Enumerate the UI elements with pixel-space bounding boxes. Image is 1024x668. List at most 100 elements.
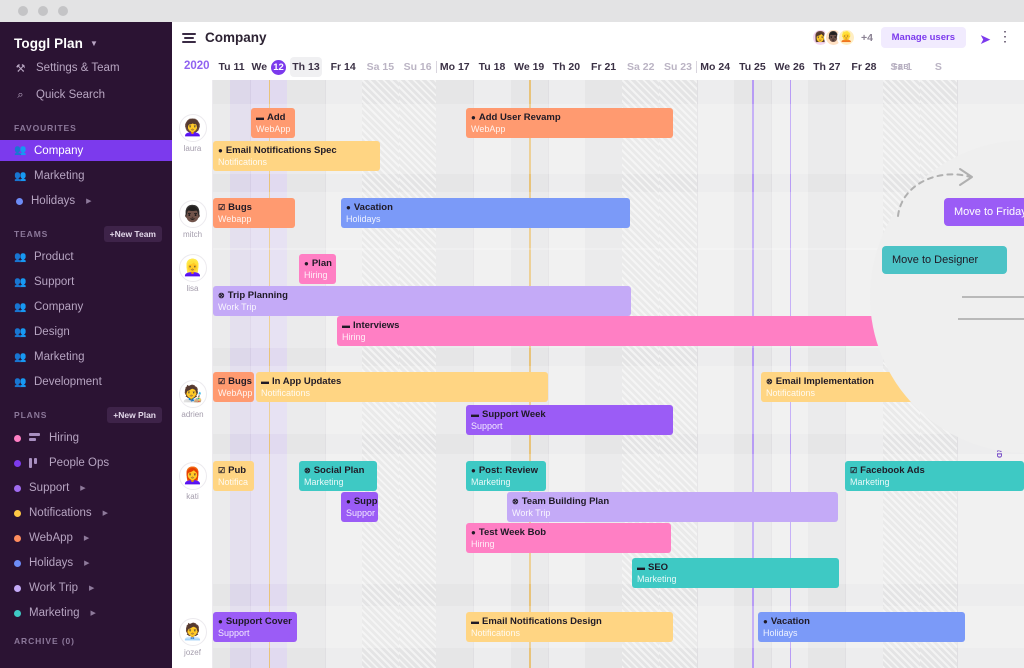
- chevron-right-icon[interactable]: ▶: [86, 197, 91, 205]
- team-icon: 👥: [14, 302, 26, 313]
- chevron-down-icon[interactable]: ▼: [90, 39, 98, 48]
- timeline-task[interactable]: ●VacationHolidays: [758, 612, 965, 642]
- person-adrien[interactable]: 🧑‍🎨adrien: [172, 380, 213, 419]
- date-column-header[interactable]: Th 27: [808, 54, 845, 80]
- date-column-header[interactable]: Fr 21: [585, 54, 622, 80]
- share-icon[interactable]: ➤: [979, 31, 991, 48]
- date-column-header[interactable]: We 26☀: [771, 54, 808, 80]
- sidebar-item-company[interactable]: 👥Company: [0, 140, 172, 161]
- person-kati[interactable]: 👩‍🦰kati: [172, 462, 213, 501]
- date-column-header[interactable]: Sa 22: [622, 54, 659, 80]
- timeline-task[interactable]: ▬Email Notifications DesignNotifications: [466, 612, 673, 642]
- timeline-task[interactable]: ▬Support WeekSupport: [466, 405, 673, 435]
- manage-users-button[interactable]: Manage users: [881, 27, 966, 48]
- sidebar-link-quick-search[interactable]: ⌕Quick Search: [0, 85, 172, 105]
- sidebar-plan-holidays[interactable]: Holidays▶: [0, 553, 172, 573]
- page-title: Company: [205, 30, 267, 45]
- timeline-task[interactable]: ●Email Notifications SpecNotifications: [213, 141, 380, 171]
- archive-label[interactable]: ARCHIVE (0): [0, 636, 172, 646]
- timeline-task[interactable]: ☑BugsWebapp: [213, 198, 295, 228]
- wrench-icon: ⚒: [14, 62, 27, 75]
- date-column-header[interactable]: Th 13: [287, 54, 324, 80]
- sidebar-item-marketing[interactable]: 👥Marketing: [0, 166, 172, 186]
- timeline-task[interactable]: ●Post: ReviewMarketing: [466, 461, 546, 491]
- sidebar-plan-webapp[interactable]: WebApp▶: [0, 528, 172, 548]
- date-column-header[interactable]: Sa 15: [362, 54, 399, 80]
- window-maximize-dot[interactable]: [58, 6, 68, 16]
- avatar[interactable]: 👱: [837, 28, 856, 47]
- placeholder-line: [958, 318, 1024, 320]
- chevron-right-icon[interactable]: ▶: [84, 559, 89, 567]
- sidebar-link-settings-team[interactable]: ⚒Settings & Team: [0, 58, 172, 78]
- person-laura[interactable]: 👩‍🦱laura: [172, 114, 213, 153]
- task-status-icon: ●: [218, 146, 223, 155]
- timeline-task[interactable]: ▬InterviewsHiring: [337, 316, 883, 346]
- timeline-task[interactable]: ●VacationHolidays: [341, 198, 630, 228]
- hint-task-move-to-designer[interactable]: Move to Designer: [882, 246, 1007, 274]
- window-close-dot[interactable]: [18, 6, 28, 16]
- timeline-task[interactable]: ▬In App UpdatesNotifications: [256, 372, 548, 402]
- date-column-header[interactable]: Mo 17: [436, 54, 473, 80]
- sidebar-item-holidays[interactable]: Holidays▶: [0, 191, 172, 211]
- sidebar-team-development[interactable]: 👥Development: [0, 372, 172, 392]
- sidebar-team-company[interactable]: 👥Company: [0, 297, 172, 317]
- sidebar-team-design[interactable]: 👥Design: [0, 322, 172, 342]
- window-minimize-dot[interactable]: [38, 6, 48, 16]
- person-jozef[interactable]: 🧑‍💼jozef: [172, 618, 213, 657]
- task-title: ▬Interviews: [342, 320, 878, 331]
- window-controls[interactable]: [18, 6, 68, 16]
- avatar-group[interactable]: 👩 👨🏿 👱 +4: [811, 28, 873, 47]
- sidebar-plan-label: Work Trip: [29, 582, 78, 594]
- timeline-task[interactable]: ●SuppSuppor: [341, 492, 378, 522]
- date-column-header[interactable]: FEBSa 1: [883, 54, 920, 80]
- timeline-task[interactable]: ▬SEOMarketing: [632, 558, 839, 588]
- timeline-task[interactable]: ●Add User RevampWebApp: [466, 108, 673, 138]
- sidebar-plan-people-ops[interactable]: People Ops: [0, 453, 172, 473]
- date-label: Tu 11: [219, 61, 245, 73]
- timeline-task[interactable]: ☑PubNotifica: [213, 461, 254, 491]
- date-column-header[interactable]: Fr 14: [325, 54, 362, 80]
- date-column-header[interactable]: Th 20: [548, 54, 585, 80]
- person-lisa[interactable]: 👱‍♀️lisa: [172, 254, 213, 293]
- hint-task-move-to-friday[interactable]: Move to Friday: [944, 198, 1024, 226]
- chevron-right-icon[interactable]: ▶: [80, 484, 85, 492]
- chevron-right-icon[interactable]: ▶: [103, 509, 108, 517]
- date-column-header[interactable]: Su 23: [659, 54, 696, 80]
- timeline-task[interactable]: ⊗Trip PlanningWork Trip: [213, 286, 631, 316]
- date-column-header[interactable]: We 12Local: [250, 54, 287, 80]
- date-column-header[interactable]: Fr 28: [845, 54, 882, 80]
- chevron-right-icon[interactable]: ▶: [91, 609, 96, 617]
- sidebar-team-marketing[interactable]: 👥Marketing: [0, 347, 172, 367]
- date-column-header[interactable]: We 19Global: [511, 54, 548, 80]
- timeline-task[interactable]: ⊗Team Building PlanWork Trip: [507, 492, 838, 522]
- timeline-task[interactable]: ●PlanHiring: [299, 254, 336, 284]
- hamburger-icon[interactable]: [182, 33, 196, 43]
- date-column-header[interactable]: Tu 11: [213, 54, 250, 80]
- sidebar-plan-marketing[interactable]: Marketing▶: [0, 603, 172, 623]
- task-status-icon: ☑: [218, 203, 225, 212]
- brand[interactable]: Toggl Plan ▼: [0, 22, 172, 51]
- sidebar-plan-work-trip[interactable]: Work Trip ▶: [0, 578, 172, 598]
- date-column-header[interactable]: S: [920, 54, 957, 80]
- timeline-task[interactable]: ☑BugsWebApp: [213, 372, 254, 402]
- new-plan-button[interactable]: +New Plan: [107, 407, 162, 423]
- chevron-right-icon[interactable]: ▶: [89, 584, 94, 592]
- date-column-header[interactable]: Su 16: [399, 54, 436, 80]
- task-project: Marketing: [850, 477, 1019, 488]
- person-mitch[interactable]: 👨🏿mitch: [172, 200, 213, 239]
- date-column-header[interactable]: Mo 24: [697, 54, 734, 80]
- timeline-task[interactable]: ⊗Social PlanMarketing: [299, 461, 377, 491]
- timeline-task[interactable]: ●Test Week BobHiring: [466, 523, 671, 553]
- sidebar-team-product[interactable]: 👥Product: [0, 247, 172, 267]
- sidebar-team-support[interactable]: 👥Support: [0, 272, 172, 292]
- kebab-menu-icon[interactable]: ⋮: [998, 29, 1012, 43]
- timeline-task[interactable]: ▬AddWebApp: [251, 108, 295, 138]
- date-column-header[interactable]: Tu 18: [473, 54, 510, 80]
- date-column-header[interactable]: Tu 253: [734, 54, 771, 80]
- sidebar-plan-support[interactable]: Support▶: [0, 478, 172, 498]
- new-team-button[interactable]: +New Team: [104, 226, 162, 242]
- sidebar-plan-notifications[interactable]: Notifications▶: [0, 503, 172, 523]
- sidebar-plan-hiring[interactable]: Hiring: [0, 428, 172, 448]
- chevron-right-icon[interactable]: ▶: [84, 534, 89, 542]
- timeline-task[interactable]: ●Support CoverSupport: [213, 612, 297, 642]
